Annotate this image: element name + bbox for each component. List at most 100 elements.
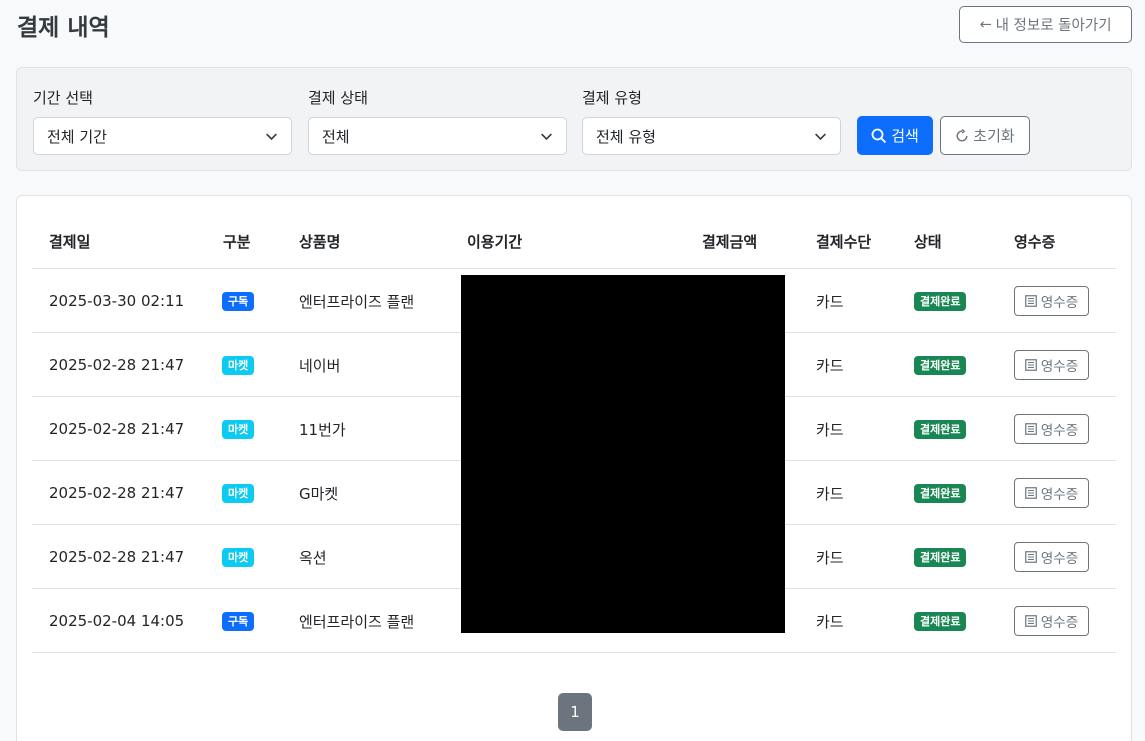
header-category: 구분 xyxy=(223,233,251,251)
cell-receipt: 영수증 xyxy=(1014,397,1089,461)
page-title: 결제 내역 xyxy=(17,15,110,41)
receipt-icon xyxy=(1025,551,1037,563)
search-icon xyxy=(871,128,887,143)
cell-date: 2025-02-28 21:47 xyxy=(49,356,185,374)
cell-date: 2025-03-30 02:11 xyxy=(49,292,185,310)
period-filter-label: 기간 선택 xyxy=(33,89,93,107)
receipt-icon xyxy=(1025,359,1037,371)
redacted-area xyxy=(461,275,785,633)
cell-status: 결제완료 xyxy=(914,333,967,397)
search-button[interactable]: 검색 xyxy=(857,116,933,155)
receipt-icon xyxy=(1025,487,1037,499)
category-badge: 구독 xyxy=(222,611,255,631)
cell-category: 마켓 xyxy=(222,461,255,525)
cell-category: 구독 xyxy=(222,589,255,653)
receipt-icon xyxy=(1025,295,1037,307)
cell-product: 네이버 xyxy=(299,356,341,375)
cell-status: 결제완료 xyxy=(914,589,967,653)
category-badge: 마켓 xyxy=(222,355,255,375)
category-badge: 구독 xyxy=(222,291,255,311)
cell-status: 결제완료 xyxy=(914,397,967,461)
type-filter-label: 결제 유형 xyxy=(582,89,642,107)
arrow-left-icon: ← xyxy=(979,16,992,33)
status-badge: 결제완료 xyxy=(914,291,967,311)
back-button-label: 내 정보로 돌아가기 xyxy=(995,18,1112,34)
header-date: 결제일 xyxy=(49,233,91,251)
receipt-button-label: 영수증 xyxy=(1040,295,1079,311)
cell-product: 엔터프라이즈 플랜 xyxy=(299,292,415,311)
cell-product: 엔터프라이즈 플랜 xyxy=(299,612,415,631)
reset-button-label: 초기화 xyxy=(973,127,1015,145)
status-badge: 결제완료 xyxy=(914,547,967,567)
status-badge: 결제완료 xyxy=(914,355,967,375)
receipt-button[interactable]: 영수증 xyxy=(1014,606,1089,636)
receipt-button-label: 영수증 xyxy=(1040,359,1079,375)
search-button-label: 검색 xyxy=(891,127,919,145)
cell-status: 결제완료 xyxy=(914,269,967,333)
chevron-down-icon xyxy=(541,132,552,140)
header-receipt: 영수증 xyxy=(1014,233,1056,251)
status-badge: 결제완료 xyxy=(914,483,967,503)
cell-category: 마켓 xyxy=(222,525,255,589)
header-product: 상품명 xyxy=(299,233,341,251)
cell-product: 옥션 xyxy=(299,548,327,567)
cell-method: 카드 xyxy=(816,548,844,567)
status-select[interactable]: 전체 xyxy=(308,117,567,155)
cell-receipt: 영수증 xyxy=(1014,589,1089,653)
period-select[interactable]: 전체 기간 xyxy=(33,117,292,155)
cell-method: 카드 xyxy=(816,612,844,631)
period-filter: 기간 선택 전체 기간 xyxy=(33,87,292,155)
cell-date: 2025-02-04 14:05 xyxy=(49,612,185,630)
cell-product: G마켓 xyxy=(299,484,339,503)
chevron-down-icon xyxy=(266,132,277,140)
cell-date: 2025-02-28 21:47 xyxy=(49,548,185,566)
cell-method: 카드 xyxy=(816,356,844,375)
cell-date: 2025-02-28 21:47 xyxy=(49,484,185,502)
cell-receipt: 영수증 xyxy=(1014,461,1089,525)
receipt-icon xyxy=(1025,423,1037,435)
status-select-value: 전체 xyxy=(322,127,350,146)
payment-table-card: 결제일 구분 상품명 이용기간 결제금액 결제수단 상태 영수증 2025-03… xyxy=(16,195,1132,741)
status-filter-label: 결제 상태 xyxy=(308,89,368,107)
cell-method: 카드 xyxy=(816,484,844,503)
receipt-button-label: 영수증 xyxy=(1040,615,1079,631)
category-badge: 마켓 xyxy=(222,419,255,439)
receipt-button-label: 영수증 xyxy=(1040,551,1079,567)
receipt-icon xyxy=(1025,615,1037,627)
back-to-profile-button[interactable]: ← 내 정보로 돌아가기 xyxy=(959,6,1132,43)
cell-status: 결제완료 xyxy=(914,461,967,525)
type-select[interactable]: 전체 유형 xyxy=(582,117,841,155)
status-badge: 결제완료 xyxy=(914,611,967,631)
header-period: 이용기간 xyxy=(467,233,523,251)
cell-date: 2025-02-28 21:47 xyxy=(49,420,185,438)
receipt-button[interactable]: 영수증 xyxy=(1014,542,1089,572)
refresh-icon xyxy=(956,128,968,141)
receipt-button-label: 영수증 xyxy=(1040,423,1079,439)
header-status: 상태 xyxy=(914,233,942,251)
cell-status: 결제완료 xyxy=(914,525,967,589)
cell-category: 마켓 xyxy=(222,397,255,461)
category-badge: 마켓 xyxy=(222,547,255,567)
type-filter: 결제 유형 전체 유형 xyxy=(582,87,841,155)
receipt-button[interactable]: 영수증 xyxy=(1014,478,1089,508)
cell-category: 마켓 xyxy=(222,333,255,397)
cell-receipt: 영수증 xyxy=(1014,269,1089,333)
cell-category: 구독 xyxy=(222,269,255,333)
reset-button[interactable]: 초기화 xyxy=(940,116,1030,155)
header-method: 결제수단 xyxy=(816,233,872,251)
page-button-1[interactable]: 1 xyxy=(558,693,592,731)
receipt-button-label: 영수증 xyxy=(1040,487,1079,503)
chevron-down-icon xyxy=(815,132,826,140)
cell-receipt: 영수증 xyxy=(1014,333,1089,397)
status-filter: 결제 상태 전체 xyxy=(308,87,567,155)
filter-panel: 기간 선택 전체 기간 결제 상태 전체 결제 유형 전체 유형 검색 초기화 xyxy=(16,67,1132,171)
cell-method: 카드 xyxy=(816,420,844,439)
cell-product: 11번가 xyxy=(299,420,346,439)
receipt-button[interactable]: 영수증 xyxy=(1014,414,1089,444)
receipt-button[interactable]: 영수증 xyxy=(1014,350,1089,380)
type-select-value: 전체 유형 xyxy=(596,127,656,146)
receipt-button[interactable]: 영수증 xyxy=(1014,286,1089,316)
period-select-value: 전체 기간 xyxy=(47,127,107,146)
cell-method: 카드 xyxy=(816,292,844,311)
table-header: 결제일 구분 상품명 이용기간 결제금액 결제수단 상태 영수증 xyxy=(32,218,1116,269)
